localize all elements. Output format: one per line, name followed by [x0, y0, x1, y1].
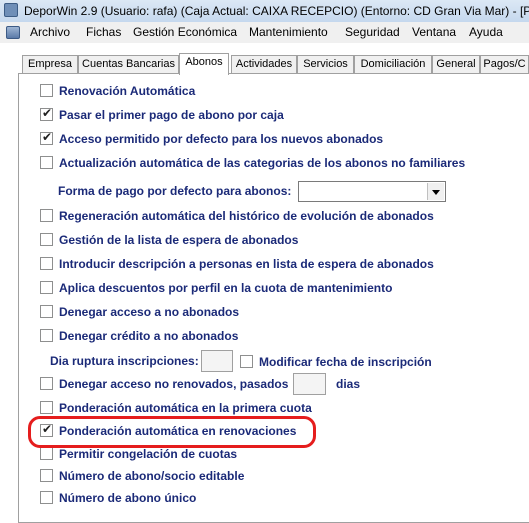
window-title: DeporWin 2.9 (Usuario: rafa) (Caja Actua… [24, 4, 529, 18]
dropdown-button[interactable] [427, 183, 444, 200]
checkbox[interactable] [40, 329, 53, 342]
checkbox[interactable] [40, 305, 53, 318]
checkbox[interactable] [40, 84, 53, 97]
forma-pago-label: Forma de pago por defecto para abonos: [58, 184, 292, 198]
dias-input[interactable] [293, 373, 326, 395]
menu-seguridad[interactable]: Seguridad [345, 25, 400, 39]
option-label: Modificar fecha de inscripción [259, 355, 432, 369]
checkbox[interactable] [40, 281, 53, 294]
menu-gestion-economica[interactable]: Gestión Económica [133, 25, 237, 39]
option-label: Regeneración automática del histórico de… [59, 209, 434, 223]
checkbox[interactable]: ✔ [40, 130, 53, 145]
checkbox[interactable] [240, 355, 253, 368]
tab-abonos[interactable]: Abonos [179, 53, 229, 75]
option-label: Renovación Automática [59, 84, 196, 98]
checkbox[interactable] [40, 469, 53, 482]
check-mark-icon: ✔ [42, 106, 53, 120]
option-label: Introducir descripción a personas en lis… [59, 257, 434, 271]
menu-bar: Archivo Fichas Gestión Económica Manteni… [0, 22, 529, 43]
option-label: Pasar el primer pago de abono por caja [59, 108, 284, 122]
check-mark-icon: ✔ [42, 422, 53, 436]
menu-ventana[interactable]: Ventana [412, 25, 456, 39]
option-label: Aplica descuentos por perfil en la cuota… [59, 281, 393, 295]
option-label: Número de abono único [59, 491, 197, 505]
dia-ruptura-input[interactable] [201, 350, 233, 372]
chevron-down-icon [432, 190, 440, 195]
option-label: Acceso permitido por defecto para los nu… [59, 132, 384, 146]
checkbox[interactable] [40, 447, 53, 460]
option-label: Permitir congelación de cuotas [59, 447, 238, 461]
checkbox[interactable] [40, 209, 53, 222]
checkbox[interactable] [40, 257, 53, 270]
menu-fichas[interactable]: Fichas [86, 25, 121, 39]
option-label: Denegar crédito a no abonados [59, 329, 239, 343]
checkbox[interactable]: ✔ [40, 422, 53, 437]
tab-strip: Empresa Cuentas Bancarias Abonos Activid… [0, 53, 529, 75]
checkbox[interactable] [40, 377, 53, 390]
menu-mantenimiento[interactable]: Mantenimiento [249, 25, 328, 39]
option-label: Gestión de la lista de espera de abonado… [59, 233, 299, 247]
tab-general[interactable]: General [432, 55, 480, 73]
tab-servicios[interactable]: Servicios [297, 55, 354, 73]
option-label: Número de abono/socio editable [59, 469, 245, 483]
tab-empresa[interactable]: Empresa [22, 55, 78, 73]
option-label: Denegar acceso no renovados, pasados [59, 377, 289, 391]
check-mark-icon: ✔ [42, 130, 53, 144]
menu-ayuda[interactable]: Ayuda [469, 25, 503, 39]
title-bar: DeporWin 2.9 (Usuario: rafa) (Caja Actua… [0, 0, 529, 23]
checkbox[interactable] [40, 233, 53, 246]
option-label: Ponderación automática en renovaciones [59, 424, 297, 438]
option-label: Denegar acceso a no abonados [59, 305, 240, 319]
app-icon [4, 3, 18, 17]
checkbox[interactable] [40, 401, 53, 414]
checkbox[interactable] [40, 491, 53, 504]
option-label: Ponderación automática en la primera cuo… [59, 401, 312, 415]
window-menu-icon[interactable] [6, 26, 20, 39]
forma-pago-select[interactable] [298, 181, 446, 202]
option-label: Actualización automática de las categori… [59, 156, 466, 170]
checkbox[interactable] [40, 156, 53, 169]
dia-ruptura-label: Dia ruptura inscripciones: [50, 354, 199, 368]
tab-actividades[interactable]: Actividades [231, 55, 297, 73]
dias-suffix-label: dias [336, 377, 361, 391]
tab-cuentas-bancarias[interactable]: Cuentas Bancarias [78, 55, 179, 73]
tab-domiciliacion[interactable]: Domiciliación [354, 55, 432, 73]
menu-archivo[interactable]: Archivo [30, 25, 70, 39]
checkbox[interactable]: ✔ [40, 106, 53, 121]
tab-pagos[interactable]: Pagos/C [480, 55, 529, 73]
